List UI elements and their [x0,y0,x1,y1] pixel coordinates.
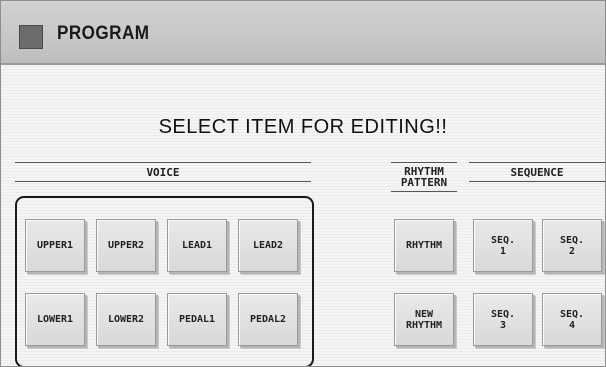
sequence-label-line-top [469,162,605,163]
button-label: LOWER2 [107,314,145,325]
button-label: SEQ. 1 [490,234,516,257]
rhythm-pattern-section-label: RHYTHM PATTERN [400,165,448,189]
button-label: LEAD1 [181,240,213,251]
button-label: SEQ. 3 [490,308,516,331]
rhythm-label-line-top [391,162,457,163]
rhythm-label-line-bottom [391,191,457,192]
seq-3-button[interactable]: SEQ. 3 [473,293,533,346]
title-bar: PROGRAM [1,1,605,65]
voice-lead1-button[interactable]: LEAD1 [167,219,227,272]
button-label: LOWER1 [36,314,74,325]
page-title: PROGRAM [57,23,150,44]
sequence-label-line-bottom [469,181,605,182]
seq-1-button[interactable]: SEQ. 1 [473,219,533,272]
rhythm-button[interactable]: RHYTHM [394,219,454,272]
voice-label-line-bottom [15,181,311,182]
seq-2-button[interactable]: SEQ. 2 [542,219,602,272]
voice-pedal2-button[interactable]: PEDAL2 [238,293,298,346]
button-label: NEW RHYTHM [405,308,443,331]
voice-section-label: VOICE [146,166,180,179]
voice-upper1-button[interactable]: UPPER1 [25,219,85,272]
seq-4-button[interactable]: SEQ. 4 [542,293,602,346]
voice-lead2-button[interactable]: LEAD2 [238,219,298,272]
button-label: SEQ. 2 [559,234,585,257]
button-label: PEDAL1 [178,314,216,325]
sequence-section-label: SEQUENCE [510,166,564,179]
button-label: LEAD2 [252,240,284,251]
program-screen: PROGRAM SELECT ITEM FOR EDITING!! VOICE … [0,0,606,367]
button-label: UPPER2 [107,240,145,251]
button-label: RHYTHM [405,240,443,251]
new-rhythm-button[interactable]: NEW RHYTHM [394,293,454,346]
button-label: UPPER1 [36,240,74,251]
voice-upper2-button[interactable]: UPPER2 [96,219,156,272]
voice-lower1-button[interactable]: LOWER1 [25,293,85,346]
button-label: SEQ. 4 [559,308,585,331]
voice-label-line-top [15,162,311,163]
program-square-icon [19,25,43,49]
voice-pedal1-button[interactable]: PEDAL1 [167,293,227,346]
voice-lower2-button[interactable]: LOWER2 [96,293,156,346]
instruction-text: SELECT ITEM FOR EDITING!! [158,116,448,138]
button-label: PEDAL2 [249,314,287,325]
